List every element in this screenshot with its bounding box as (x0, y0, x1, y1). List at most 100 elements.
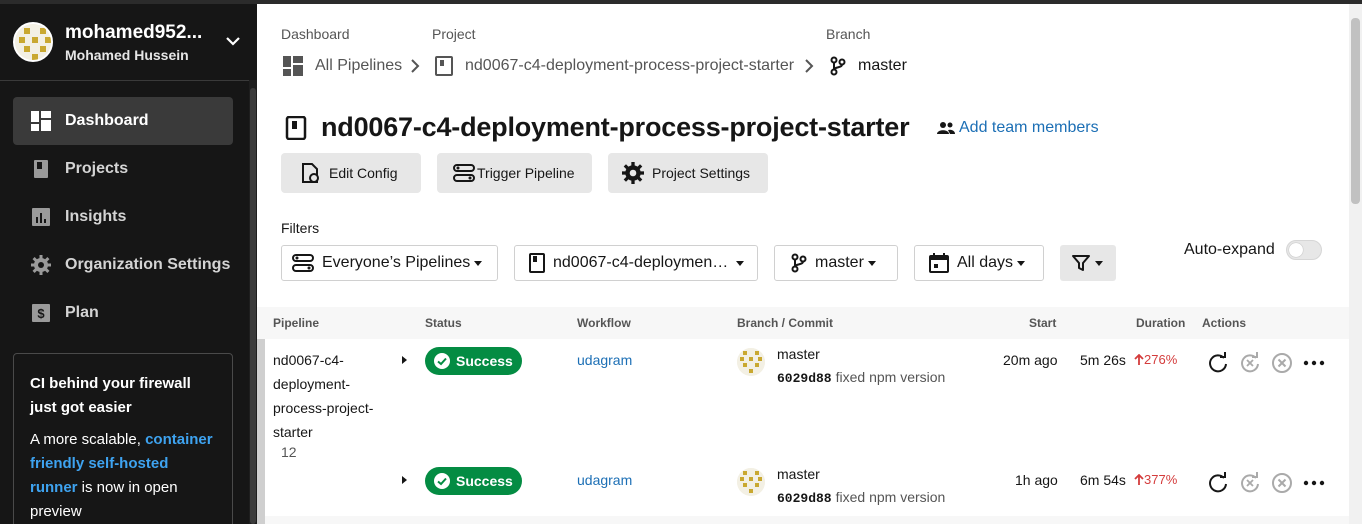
check-circle-icon (434, 473, 450, 489)
breadcrumb-branch-label: Branch (826, 26, 871, 42)
duration: 5m 26s (1080, 352, 1126, 368)
chevron-right-icon (411, 59, 420, 73)
file-gear-icon (302, 163, 319, 183)
commit-message: fixed npm version (835, 369, 946, 385)
filter-value: All days (957, 254, 1014, 271)
more-options-icon[interactable] (1303, 352, 1325, 374)
column-header-duration: Duration (1136, 316, 1186, 330)
duration-change-value: 377% (1144, 472, 1178, 487)
promo-body: A more scalable, container friendly self… (30, 428, 216, 524)
trigger-pipeline-button[interactable]: Trigger Pipeline (437, 153, 592, 193)
duration-change: 276% (1134, 352, 1177, 367)
user-full-name: Mohamed Hussein (65, 47, 189, 63)
filter-value: Everyone’s Pipelines (322, 254, 471, 271)
sidebar-scrollbar[interactable] (250, 88, 256, 524)
breadcrumb-all-pipelines[interactable]: All Pipelines (283, 56, 402, 76)
sidebar-item-organization-settings[interactable]: Organization Settings (13, 241, 233, 289)
arrow-up-icon (1134, 353, 1144, 365)
commit-info[interactable]: 6029d88 fixed npm version (777, 369, 945, 386)
cancel-icon[interactable] (1271, 472, 1293, 494)
pipeline-group-indicator (257, 339, 265, 524)
rerun-failed-icon[interactable] (1239, 472, 1261, 494)
user-handle: mohamed952... (65, 22, 203, 43)
people-icon (937, 122, 955, 134)
auto-expand-toggle[interactable] (1286, 240, 1322, 260)
rerun-icon[interactable] (1207, 472, 1229, 494)
check-circle-icon (434, 353, 450, 369)
rerun-icon[interactable] (1207, 352, 1229, 374)
start-time: 20m ago (1003, 352, 1058, 368)
start-time: 1h ago (1015, 472, 1058, 488)
toggle-knob (1289, 243, 1303, 257)
commit-avatar (737, 348, 765, 376)
expand-row-icon[interactable] (402, 356, 407, 364)
chevron-down-icon[interactable] (224, 34, 242, 48)
promo-card: CI behind your firewall just got easier … (13, 353, 233, 524)
filters-label: Filters (281, 220, 320, 236)
date-filter[interactable]: All days (914, 245, 1044, 281)
status-badge[interactable]: Success (425, 347, 522, 375)
dashboard-icon (283, 56, 303, 76)
sidebar-item-label: Plan (65, 304, 99, 321)
cancel-icon[interactable] (1271, 352, 1293, 374)
caret-down-icon (1095, 261, 1103, 266)
branch-icon (791, 253, 807, 273)
sidebar: mohamed952... Mohamed Hussein Dashboard … (0, 4, 257, 524)
pipelines-filter[interactable]: Everyone’s Pipelines (281, 245, 498, 281)
project-settings-button[interactable]: Project Settings (608, 153, 768, 193)
sidebar-item-projects[interactable]: Projects (13, 145, 233, 193)
sidebar-item-plan[interactable]: $ Plan (13, 289, 233, 337)
commit-message: fixed npm version (835, 489, 946, 505)
filter-value: master (815, 254, 864, 271)
workflow-link[interactable]: udagram (577, 352, 632, 368)
divider (0, 80, 249, 81)
dollar-icon: $ (32, 304, 50, 322)
commit-hash: 6029d88 (777, 491, 832, 506)
rerun-failed-icon[interactable] (1239, 352, 1261, 374)
commit-hash: 6029d88 (777, 371, 832, 386)
caret-down-icon (736, 260, 745, 266)
duration-change: 377% (1134, 472, 1177, 487)
dashboard-icon (31, 111, 51, 131)
pipeline-name[interactable]: nd0067-c4-deployment-process-project-sta… (273, 348, 393, 444)
duration-change-value: 276% (1144, 352, 1178, 367)
branch-name: master (777, 346, 820, 362)
book-icon (285, 116, 307, 140)
sidebar-item-insights[interactable]: Insights (13, 193, 233, 241)
more-options-icon[interactable] (1303, 472, 1325, 494)
add-team-members-link[interactable]: Add team members (937, 119, 1099, 137)
column-header-workflow: Workflow (577, 316, 631, 330)
status-label: Success (456, 353, 513, 369)
pipeline-number: 12 (281, 444, 297, 460)
column-header-status: Status (425, 316, 462, 330)
workflow-link[interactable]: udagram (577, 472, 632, 488)
arrow-up-icon (1134, 473, 1144, 485)
book-icon (435, 56, 453, 76)
commit-info[interactable]: 6029d88 fixed npm version (777, 489, 945, 506)
more-filters-button[interactable] (1060, 245, 1116, 281)
user-menu[interactable]: mohamed952... Mohamed Hussein (0, 4, 257, 80)
breadcrumb-project-label: Project (432, 26, 476, 42)
breadcrumb-text: nd0067-c4-deployment-process-project-sta… (465, 57, 795, 74)
add-team-members-label: Add team members (959, 119, 1099, 136)
status-badge[interactable]: Success (425, 467, 522, 495)
breadcrumb-dashboard-label: Dashboard (281, 26, 350, 42)
breadcrumb-branch[interactable]: master (830, 56, 907, 76)
breadcrumb-text: master (858, 57, 907, 74)
pipeline-icon (453, 164, 475, 182)
pipeline-icon (292, 254, 314, 272)
auto-expand-label: Auto-expand (1184, 241, 1275, 258)
expand-row-icon[interactable] (402, 476, 407, 484)
duration: 6m 54s (1080, 472, 1126, 488)
caret-down-icon (1017, 260, 1026, 266)
sidebar-item-label: Dashboard (65, 112, 149, 129)
commit-avatar (737, 468, 765, 496)
sidebar-item-dashboard[interactable]: Dashboard (13, 97, 233, 145)
page-scrollbar[interactable] (1351, 18, 1360, 204)
breadcrumb-project[interactable]: nd0067-c4-deployment-process-project-sta… (435, 56, 794, 76)
project-filter[interactable]: nd0067-c4-deploymen… (514, 245, 758, 281)
edit-config-button[interactable]: Edit Config (281, 153, 421, 193)
branch-icon (830, 56, 846, 76)
status-label: Success (456, 473, 513, 489)
branch-filter[interactable]: master (774, 245, 898, 281)
